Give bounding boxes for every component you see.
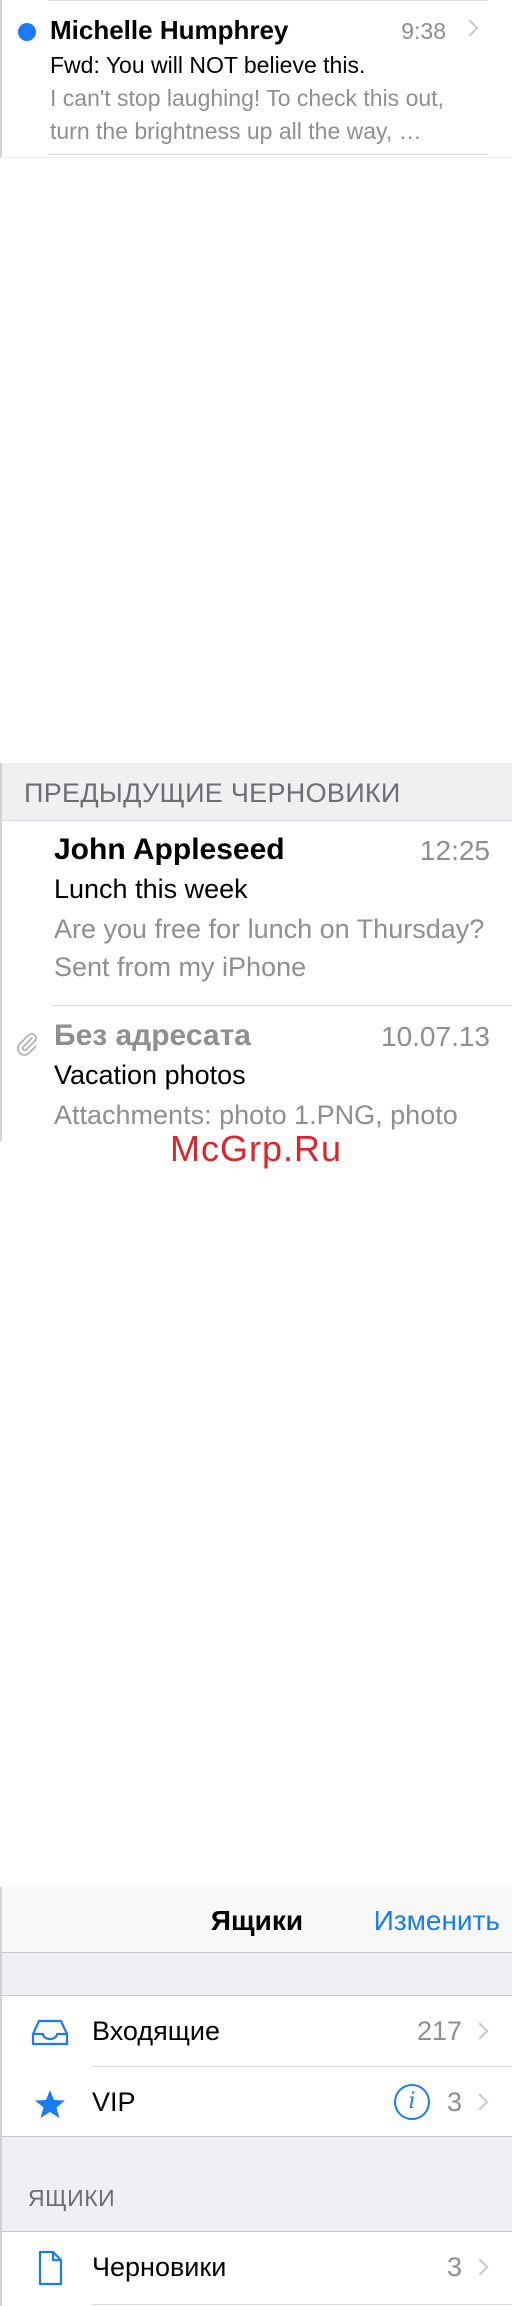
row-separator [48, 154, 488, 155]
mailbox-label: Черновики [92, 2252, 227, 2282]
info-icon[interactable]: i [394, 2084, 430, 2120]
mailbox-group: Входящие 217 VIP i 3 [2, 1995, 512, 2137]
draft-subject: Vacation photos [54, 1060, 246, 1090]
mailbox-count: 3 [446, 2087, 462, 2117]
drafts-section-title: ПРЕДЫДУЩИЕ ЧЕРНОВИКИ [24, 778, 401, 808]
draft-sender: John Appleseed [54, 833, 285, 866]
mailbox-row-inbox[interactable]: Входящие 217 [2, 1996, 512, 2066]
message-sender: Michelle Humphrey [50, 15, 289, 45]
mailboxes-screen: Ящики Изменить Входящие 217 VIP i 3 ЯЩИК… [0, 1887, 512, 2306]
section-header-mailboxes: ЯЩИКИ [28, 2185, 116, 2211]
star-icon [35, 2090, 65, 2118]
mailbox-group: Черновики 3 [2, 2231, 512, 2306]
drafts-list: ПРЕДЫДУЩИЕ ЧЕРНОВИКИ John Appleseed 12:2… [0, 763, 512, 1141]
mailbox-count: 3 [446, 2252, 462, 2282]
bottom-border [0, 157, 512, 158]
watermark: McGrp.Ru [169, 1128, 343, 1169]
draft-sender: Без адресата [54, 1019, 251, 1052]
left-border [0, 0, 2, 158]
paperclip-icon [17, 1033, 37, 1056]
message-subject: Fwd: You will NOT believe this. [50, 52, 366, 78]
mailbox-row-vip[interactable]: VIP i 3 [2, 2067, 512, 2137]
navigation-bar: Ящики Изменить [2, 1887, 512, 1953]
mailbox-label: VIP [92, 2087, 136, 2117]
row-separator [92, 2304, 512, 2305]
draft-subject: Lunch this week [54, 874, 248, 904]
draft-preview: Are you free for lunch on Thursday? Sent… [54, 914, 485, 982]
chevron-right-icon [471, 2022, 489, 2040]
mailbox-label: Входящие [92, 2016, 221, 2046]
inbox-tray-icon [31, 2019, 69, 2046]
chevron-right-icon [471, 2093, 489, 2111]
message-preview: I can't stop laughing! To check this out… [50, 85, 444, 144]
message-time: 9:38 [401, 18, 446, 44]
message-list-fragment: Michelle Humphrey 9:38 Fwd: You will NOT… [0, 0, 512, 160]
drafts-section-header: ПРЕДЫДУЩИЕ ЧЕРНОВИКИ [2, 763, 512, 821]
draft-time: 12:25 [419, 835, 490, 866]
row-separator [48, 0, 488, 1]
mailbox-count: 217 [416, 2016, 462, 2046]
chevron-right-icon [461, 19, 479, 37]
chevron-right-icon [471, 2258, 489, 2276]
unread-dot-icon [18, 23, 36, 41]
document-icon [38, 2250, 63, 2286]
row-separator [52, 1005, 512, 1006]
draft-time: 10.07.13 [381, 1021, 490, 1052]
edit-button[interactable]: Изменить [374, 1905, 500, 1937]
mailbox-row-drafts[interactable]: Черновики 3 [2, 2232, 512, 2302]
